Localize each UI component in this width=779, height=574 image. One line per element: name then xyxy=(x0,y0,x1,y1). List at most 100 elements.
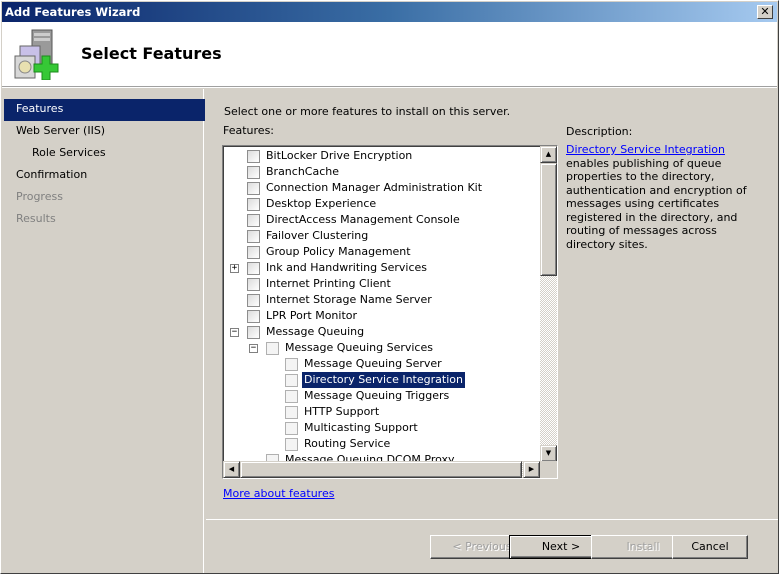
feature-checkbox[interactable] xyxy=(247,150,260,163)
scroll-right-button[interactable]: ▶ xyxy=(523,461,540,478)
arrow-up-icon: ▲ xyxy=(545,150,552,158)
features-tree-rows: BitLocker Drive Encryption BranchCache Con… xyxy=(223,148,539,468)
feature-checkbox[interactable] xyxy=(247,198,260,211)
arrow-down-icon: ▼ xyxy=(545,449,552,457)
feature-item[interactable]: DirectAccess Management Console xyxy=(223,212,539,228)
feature-checkbox[interactable] xyxy=(247,278,260,291)
feature-checkbox[interactable] xyxy=(285,358,298,371)
feature-item[interactable]: Internet Storage Name Server xyxy=(223,292,539,308)
horizontal-scroll-thumb[interactable] xyxy=(240,461,522,478)
feature-label[interactable]: Routing Service xyxy=(302,436,392,452)
wizard-header: Select Features xyxy=(2,22,777,86)
feature-label[interactable]: Internet Storage Name Server xyxy=(264,292,434,308)
feature-label[interactable]: Message Queuing Server xyxy=(302,356,444,372)
feature-item[interactable]: Connection Manager Administration Kit xyxy=(223,180,539,196)
feature-checkbox[interactable] xyxy=(247,310,260,323)
feature-item[interactable]: Multicasting Support xyxy=(223,420,539,436)
feature-checkbox[interactable] xyxy=(247,182,260,195)
feature-label[interactable]: HTTP Support xyxy=(302,404,381,420)
feature-checkbox[interactable] xyxy=(247,262,260,275)
feature-label[interactable]: Failover Clustering xyxy=(264,228,370,244)
wizard-steps: Features Web Server (IIS) Role Services Con… xyxy=(4,99,205,231)
arrow-right-icon: ▶ xyxy=(528,465,535,473)
main-content: Select one or more features to install o… xyxy=(206,89,778,519)
feature-checkbox[interactable] xyxy=(285,406,298,419)
page-title: Select Features xyxy=(81,44,222,63)
sidebar-item-progress: Progress xyxy=(16,190,63,203)
collapse-icon[interactable]: − xyxy=(249,344,258,353)
feature-label[interactable]: Multicasting Support xyxy=(302,420,420,436)
feature-label[interactable]: BitLocker Drive Encryption xyxy=(264,148,414,164)
feature-item[interactable]: BitLocker Drive Encryption xyxy=(223,148,539,164)
feature-checkbox[interactable] xyxy=(266,342,279,355)
vertical-scroll-thumb[interactable] xyxy=(540,163,557,276)
feature-checkbox[interactable] xyxy=(247,246,260,259)
vertical-scrollbar[interactable]: ▲ ▼ xyxy=(540,146,557,462)
features-tree[interactable]: BitLocker Drive Encryption BranchCache Con… xyxy=(222,145,558,479)
feature-item[interactable]: Directory Service Integration xyxy=(223,371,539,389)
feature-label[interactable]: Group Policy Management xyxy=(264,244,413,260)
feature-checkbox[interactable] xyxy=(285,422,298,435)
feature-item[interactable]: Message Queuing Triggers xyxy=(223,388,539,404)
scroll-down-button[interactable]: ▼ xyxy=(540,445,557,462)
sidebar-item-confirmation[interactable]: Confirmation xyxy=(4,165,205,187)
scrollbar-corner xyxy=(540,461,557,478)
scroll-up-button[interactable]: ▲ xyxy=(540,146,557,163)
features-label: Features: xyxy=(223,124,275,137)
feature-label[interactable]: Ink and Handwriting Services xyxy=(264,260,429,276)
header-divider xyxy=(2,86,777,88)
feature-item[interactable]: − Message Queuing Services xyxy=(223,340,539,356)
expand-icon[interactable]: + xyxy=(230,264,239,273)
sidebar-item-features[interactable]: Features xyxy=(4,99,205,121)
feature-label[interactable]: Directory Service Integration xyxy=(301,371,466,389)
description-text: Directory Service Integration enables pu… xyxy=(566,143,766,251)
button-bar-divider xyxy=(206,519,778,520)
feature-label[interactable]: Message Queuing Triggers xyxy=(302,388,451,404)
add-features-wizard-window: Add Features Wizard ✕ Select Features Fe… xyxy=(0,0,779,574)
feature-item[interactable]: Group Policy Management xyxy=(223,244,539,260)
feature-checkbox[interactable] xyxy=(247,230,260,243)
collapse-icon[interactable]: − xyxy=(230,328,239,337)
feature-item[interactable]: + Ink and Handwriting Services xyxy=(223,260,539,276)
feature-item[interactable]: LPR Port Monitor xyxy=(223,308,539,324)
feature-label[interactable]: DirectAccess Management Console xyxy=(264,212,462,228)
feature-checkbox[interactable] xyxy=(285,438,298,451)
feature-item[interactable]: Routing Service xyxy=(223,436,539,452)
feature-label[interactable]: Message Queuing xyxy=(264,324,366,340)
feature-checkbox[interactable] xyxy=(247,326,260,339)
title-bar: Add Features Wizard ✕ xyxy=(2,2,777,22)
sidebar-item-results: Results xyxy=(16,212,56,225)
feature-label[interactable]: BranchCache xyxy=(264,164,341,180)
feature-item[interactable]: BranchCache xyxy=(223,164,539,180)
feature-checkbox[interactable] xyxy=(247,166,260,179)
feature-checkbox[interactable] xyxy=(247,294,260,307)
feature-label[interactable]: Desktop Experience xyxy=(264,196,378,212)
more-about-features-link[interactable]: More about features xyxy=(223,487,334,500)
cancel-button[interactable]: Cancel xyxy=(672,535,748,559)
feature-item[interactable]: Desktop Experience xyxy=(223,196,539,212)
close-icon: ✕ xyxy=(760,5,770,18)
description-label: Description: xyxy=(566,125,633,138)
horizontal-scrollbar[interactable]: ◀ ▶ xyxy=(223,461,540,478)
sidebar-item-web-server-iis[interactable]: Web Server (IIS) xyxy=(4,121,205,143)
feature-label[interactable]: Connection Manager Administration Kit xyxy=(264,180,484,196)
feature-item[interactable]: HTTP Support xyxy=(223,404,539,420)
feature-item[interactable]: Internet Printing Client xyxy=(223,276,539,292)
description-body: enables publishing of queue properties t… xyxy=(566,156,747,251)
feature-checkbox[interactable] xyxy=(285,374,298,387)
intro-text: Select one or more features to install o… xyxy=(224,105,511,118)
scroll-left-button[interactable]: ◀ xyxy=(223,461,240,478)
feature-item[interactable]: − Message Queuing xyxy=(223,324,539,340)
arrow-left-icon: ◀ xyxy=(228,465,235,473)
close-button[interactable]: ✕ xyxy=(757,5,773,19)
feature-checkbox[interactable] xyxy=(285,390,298,403)
feature-checkbox[interactable] xyxy=(247,214,260,227)
feature-item[interactable]: Failover Clustering xyxy=(223,228,539,244)
feature-label[interactable]: Internet Printing Client xyxy=(264,276,393,292)
description-link[interactable]: Directory Service Integration xyxy=(566,143,725,156)
window-title: Add Features Wizard xyxy=(5,5,141,19)
feature-item[interactable]: Message Queuing Server xyxy=(223,356,539,372)
feature-label[interactable]: LPR Port Monitor xyxy=(264,308,359,324)
sidebar-item-role-services[interactable]: Role Services xyxy=(4,143,205,165)
feature-label[interactable]: Message Queuing Services xyxy=(283,340,435,356)
